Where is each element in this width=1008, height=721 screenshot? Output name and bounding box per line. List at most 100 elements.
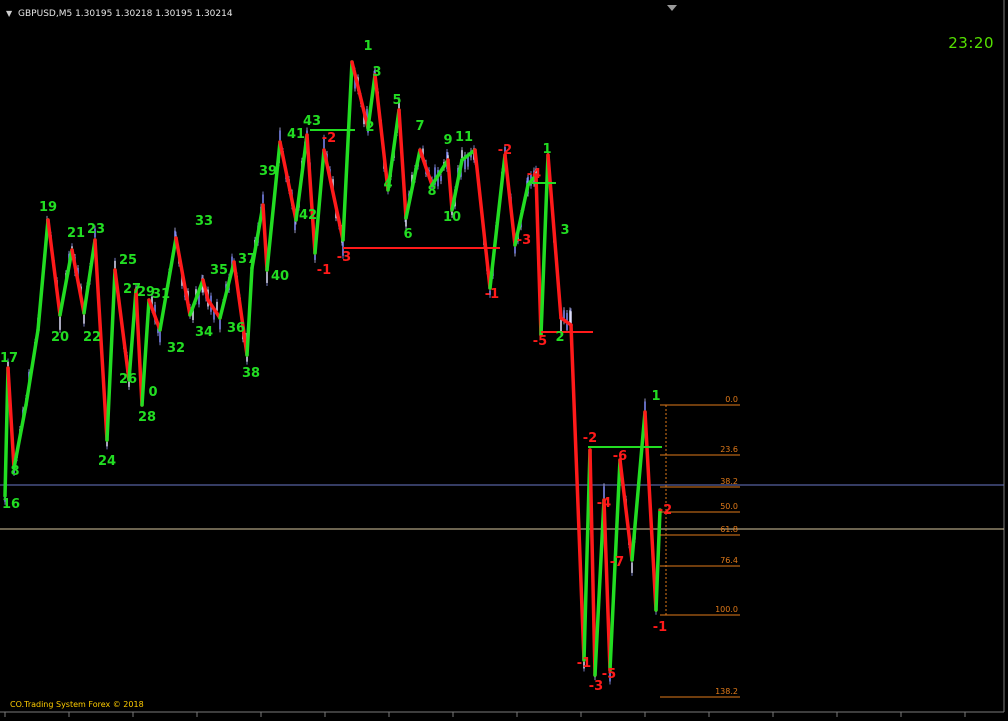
upswing-label: 2 bbox=[555, 330, 564, 345]
symbol-header: ▼ GBPUSD,M5 1.30195 1.30218 1.30195 1.30… bbox=[6, 9, 233, 19]
collapse-triangle-icon[interactable]: ▼ bbox=[6, 9, 12, 18]
upswing-label: 1 bbox=[651, 389, 660, 404]
zigzag-up-segment bbox=[245, 266, 254, 357]
upswing-label: 8 bbox=[10, 464, 19, 479]
fib-level-label: 100.0 bbox=[715, 605, 738, 614]
candle-body bbox=[279, 130, 281, 141]
zigzag-down-segment bbox=[397, 108, 408, 220]
price-chart[interactable]: 0.023.638.250.061.876.4100.0138.21781619… bbox=[0, 0, 1008, 721]
upswing-label: 1 bbox=[542, 142, 551, 157]
upswing-label: 39 bbox=[259, 164, 277, 179]
downswing-label: -7 bbox=[610, 555, 624, 570]
zigzag-down-segment bbox=[201, 278, 210, 302]
fib-level-label: 61.8 bbox=[720, 525, 738, 534]
downswing-label: -1 bbox=[317, 263, 331, 278]
zigzag-down-segment bbox=[232, 260, 249, 357]
zigzag-down-segment bbox=[446, 158, 454, 212]
chart-window[interactable]: 0.0 23.6 38.2 50.0 61.8 76.4 100.0 138.2 17 8 16 19… bbox=[0, 0, 1008, 721]
zigzag-up-segment bbox=[105, 268, 117, 442]
zigzag-up-segment bbox=[450, 158, 464, 212]
downswing-label: -5 bbox=[602, 667, 616, 682]
fib-level-label: 0.0 bbox=[725, 395, 738, 404]
fib-level-label: 138.2 bbox=[715, 687, 738, 696]
upswing-label: 0 bbox=[148, 385, 157, 400]
upswing-label: 26 bbox=[119, 372, 137, 387]
zigzag-up-segment bbox=[341, 60, 354, 242]
upswing-label: 10 bbox=[443, 210, 461, 225]
zigzag-up-segment bbox=[488, 153, 507, 290]
upswing-label: 37 bbox=[238, 252, 256, 267]
close-price: 1.30214 bbox=[195, 9, 233, 19]
upswing-label: 32 bbox=[167, 341, 185, 356]
upswing-label: 42 bbox=[299, 208, 317, 223]
downswing-label: -4 bbox=[527, 167, 541, 182]
upswing-label: 11 bbox=[455, 130, 473, 145]
candle-body bbox=[405, 218, 407, 227]
zigzag-down-segment bbox=[350, 60, 370, 130]
upswing-label: 38 bbox=[242, 366, 260, 381]
candle-body bbox=[159, 330, 161, 343]
zigzag-down-segment bbox=[602, 498, 612, 672]
downswing-label: -1 bbox=[485, 287, 499, 302]
zigzag-down-segment bbox=[618, 458, 634, 562]
upswing-label: 2 bbox=[365, 120, 374, 135]
zigzag-down-segment bbox=[305, 133, 317, 255]
downswing-label: -1 bbox=[653, 620, 667, 635]
upswing-label: 33 bbox=[195, 214, 213, 229]
zigzag-down-segment bbox=[174, 236, 192, 317]
upswing-label: 24 bbox=[98, 454, 116, 469]
symbol-label: GBPUSD,M5 bbox=[18, 9, 73, 19]
upswing-label: 4 bbox=[383, 177, 392, 192]
zigzag-up-segment bbox=[158, 236, 178, 332]
upswing-label: 7 bbox=[415, 119, 424, 134]
downswing-label: -6 bbox=[613, 449, 627, 464]
zigzag-down-segment bbox=[46, 218, 62, 317]
zigzag-up-segment bbox=[58, 248, 74, 317]
zigzag-down-segment bbox=[569, 323, 586, 662]
zigzag-down-segment bbox=[134, 288, 144, 407]
zigzag-down-segment bbox=[418, 148, 434, 187]
upswing-label: 6 bbox=[403, 227, 412, 242]
zigzag-down-segment bbox=[70, 248, 86, 315]
zigzag-up-segment bbox=[36, 218, 50, 332]
clock-display: 23:20 bbox=[948, 34, 994, 52]
zigzag-down-segment bbox=[643, 410, 658, 612]
open-price: 1.30195 bbox=[75, 9, 113, 19]
downswing-label: -3 bbox=[337, 250, 351, 265]
downswing-label: -2 bbox=[498, 143, 512, 158]
zigzag-down-segment bbox=[322, 148, 345, 242]
zigzag-up-segment bbox=[127, 288, 138, 382]
downswing-label: -2 bbox=[658, 503, 672, 518]
downswing-label: -5 bbox=[533, 334, 547, 349]
zigzag-up-segment bbox=[313, 148, 326, 255]
candle-body bbox=[440, 175, 442, 182]
upswing-label: 16 bbox=[2, 497, 20, 512]
upswing-label: 25 bbox=[119, 253, 137, 268]
candle-body bbox=[461, 150, 463, 159]
chart-shift-marker-icon[interactable] bbox=[667, 5, 677, 11]
zigzag-up-segment bbox=[404, 148, 422, 220]
upswing-label: 22 bbox=[83, 330, 101, 345]
upswing-label: 3 bbox=[372, 65, 381, 80]
zigzag-down-segment bbox=[473, 148, 492, 290]
upswing-label: 41 bbox=[287, 127, 305, 142]
candle-body bbox=[631, 562, 633, 573]
upswing-label: 31 bbox=[152, 287, 170, 302]
downswing-label: -2 bbox=[583, 431, 597, 446]
zigzag-up-segment bbox=[24, 328, 40, 407]
upswing-label: 43 bbox=[303, 114, 321, 129]
candle-body bbox=[262, 194, 264, 204]
downswing-label: -3 bbox=[517, 233, 531, 248]
zigzag-up-segment bbox=[593, 498, 606, 677]
zigzag-down-segment bbox=[588, 448, 597, 677]
zigzag-down-segment bbox=[278, 140, 298, 222]
candle-body bbox=[216, 301, 218, 311]
upswing-label: 1 bbox=[363, 39, 372, 54]
fib-level-label: 38.2 bbox=[720, 477, 738, 486]
upswing-label: 9 bbox=[443, 133, 452, 148]
fib-level-label: 23.6 bbox=[720, 445, 738, 454]
zigzag-down-segment bbox=[503, 153, 517, 247]
fib-level-label: 76.4 bbox=[720, 556, 738, 565]
upswing-label: 20 bbox=[51, 330, 69, 345]
copyright-text: CO.Trading System Forex © 2018 bbox=[10, 700, 144, 709]
